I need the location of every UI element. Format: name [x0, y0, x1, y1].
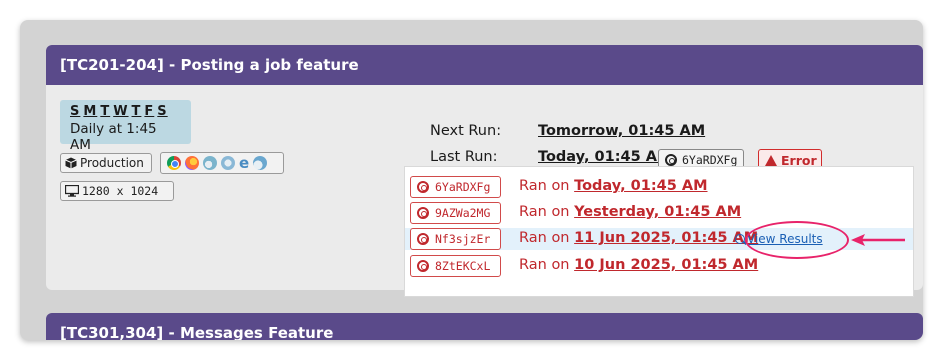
edge-icon — [203, 156, 217, 170]
next-run-value[interactable]: Tomorrow, 01:45 AM — [538, 123, 705, 139]
day-fri: F — [144, 104, 155, 119]
card-title[interactable]: [TC201-204] - Posting a job feature — [46, 45, 923, 85]
run-prefix: Ran on — [519, 257, 570, 273]
warning-icon — [765, 154, 777, 166]
run-prefix: Ran on — [519, 230, 570, 246]
test-card-2[interactable]: [TC301,304] - Messages Feature — [46, 313, 923, 340]
run-date-link[interactable]: 11 Jun 2025, 01:45 AM — [574, 230, 758, 246]
day-thu: T — [131, 104, 142, 119]
run-id: 9AZWa2MG — [435, 206, 491, 220]
run-text: Ran on 10 Jun 2025, 01:45 AM — [519, 257, 758, 273]
run-id: 6YaRDXFg — [435, 180, 491, 194]
fingerprint-icon — [417, 260, 429, 272]
annotation-arrow-icon — [851, 234, 905, 246]
fingerprint-icon — [417, 181, 429, 193]
day-sat: S — [157, 104, 168, 119]
schedule-text: Daily at 1:45 AM — [70, 121, 157, 153]
browser-list[interactable]: e — [160, 152, 284, 174]
run-id-chip[interactable]: 8ZtEKCxL — [410, 255, 501, 277]
run-text: Ran on Yesterday, 01:45 AM — [519, 204, 741, 220]
run-id-chip[interactable]: 6YaRDXFg — [410, 176, 501, 198]
run-text: Ran on Today, 01:45 AM — [519, 178, 708, 194]
resolution-label: 1280 x 1024 — [82, 184, 159, 198]
annotation-circle — [745, 221, 849, 259]
history-row: 8ZtEKCxL Ran on 10 Jun 2025, 01:45 AM — [405, 255, 913, 277]
safari-icon — [221, 156, 235, 170]
day-sun: S — [70, 104, 81, 119]
day-wed: W — [113, 104, 129, 119]
run-prefix: Ran on — [519, 204, 570, 220]
fingerprint-icon — [417, 233, 429, 245]
search-icon — [735, 234, 745, 244]
run-id: Nf3sjzEr — [435, 232, 491, 246]
run-id: 8ZtEKCxL — [435, 259, 491, 273]
run-date-link[interactable]: Today, 01:45 AM — [574, 178, 707, 194]
run-date-link[interactable]: Yesterday, 01:45 AM — [574, 204, 741, 220]
card-2-title: [TC301,304] - Messages Feature — [60, 324, 334, 340]
firefox-icon — [185, 156, 199, 170]
run-text: Ran on 11 Jun 2025, 01:45 AM — [519, 230, 758, 246]
fingerprint-icon — [417, 207, 429, 219]
run-prefix: Ran on — [519, 178, 570, 194]
last-run-label: Last Run: — [430, 149, 498, 165]
monitor-icon — [65, 185, 79, 197]
history-row: 6YaRDXFg Ran on Today, 01:45 AM — [405, 176, 913, 198]
last-run-value[interactable]: Today, 01:45 AM — [538, 149, 671, 165]
environment-badge[interactable]: Production — [60, 153, 152, 173]
environment-label: Production — [80, 156, 144, 170]
fingerprint-icon — [665, 154, 677, 166]
last-run-id: 6YaRDXFg — [682, 153, 738, 167]
schedule-badge[interactable]: S M T W T F S Daily at 1:45 AM — [60, 100, 191, 153]
next-run-label: Next Run: — [430, 123, 502, 139]
day-tue: T — [100, 104, 111, 119]
resolution-badge[interactable]: 1280 x 1024 — [60, 181, 174, 201]
run-id-chip[interactable]: Nf3sjzEr — [410, 228, 501, 250]
schedule-days: S M T W T F S — [70, 104, 181, 119]
run-id-chip[interactable]: 9AZWa2MG — [410, 202, 501, 224]
ie-icon: e — [239, 154, 250, 172]
edge-legacy-icon — [253, 156, 268, 170]
history-row: 9AZWa2MG Ran on Yesterday, 01:45 AM — [405, 202, 913, 224]
day-mon: M — [83, 104, 98, 119]
box-icon — [65, 157, 77, 169]
run-date-link[interactable]: 10 Jun 2025, 01:45 AM — [574, 257, 758, 273]
chrome-icon — [167, 156, 181, 170]
